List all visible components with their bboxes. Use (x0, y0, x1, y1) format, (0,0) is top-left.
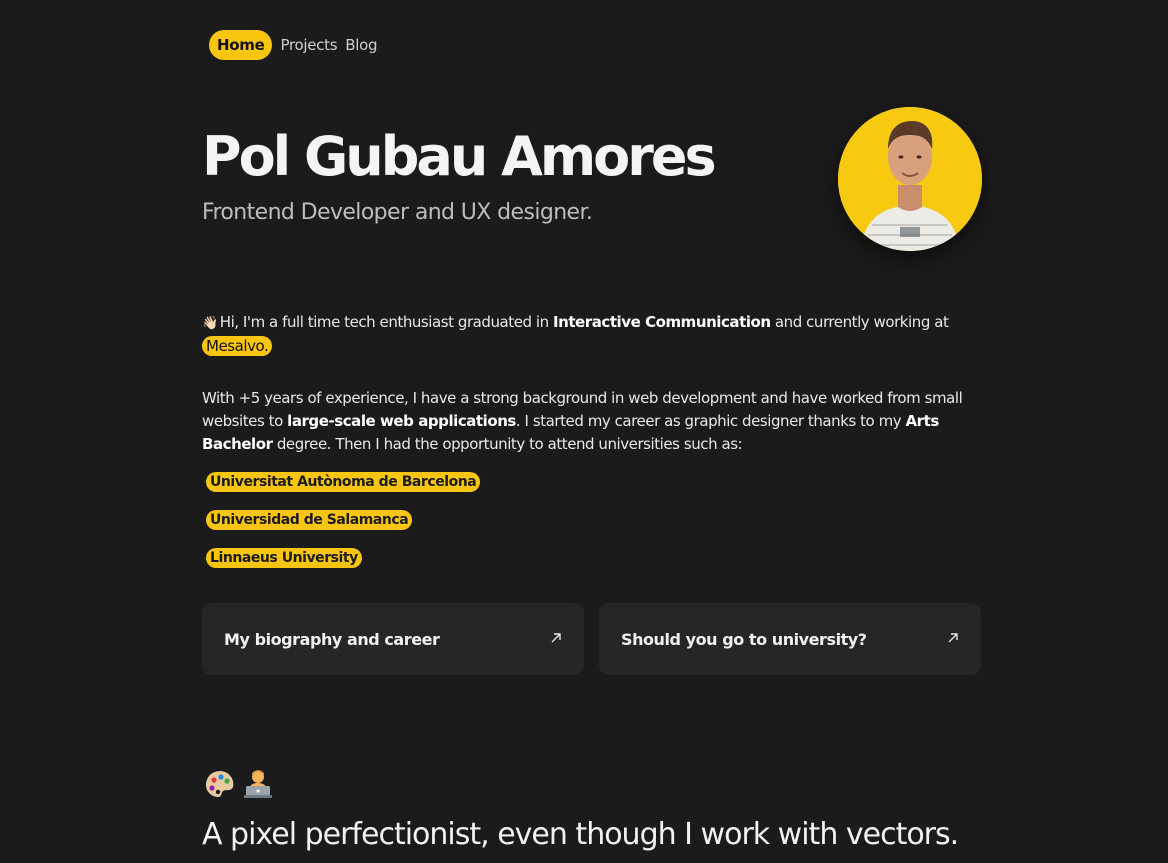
emoji-row (205, 768, 273, 800)
avatar-portrait-image (838, 107, 982, 251)
nav-blog-link[interactable]: Blog (345, 30, 377, 60)
university-link-uab[interactable]: Universitat Autònoma de Barcelona (206, 472, 481, 492)
degree-name: Interactive Communication (552, 313, 771, 331)
experience-text-3: degree. Then I had the opportunity to at… (272, 435, 743, 453)
nav-projects-link[interactable]: Projects (280, 30, 337, 60)
university-list: Universitat Autònoma de Barcelona Univer… (206, 471, 481, 585)
experience-highlight: large-scale web applications (287, 412, 516, 430)
waving-hand-icon: 👋🏻 (202, 316, 218, 331)
biography-card[interactable]: My biography and career (202, 603, 584, 675)
palette-icon (205, 768, 235, 800)
experience-paragraph: With +5 years of experience, I have a st… (202, 387, 992, 456)
arrow-up-right-icon (550, 630, 562, 648)
section-tagline: A pixel perfectionist, even though I wor… (202, 817, 959, 852)
university-link-salamanca[interactable]: Universidad de Salamanca (206, 510, 413, 530)
university-article-card-label: Should you go to university? (621, 629, 867, 649)
experience-text-2: . I started my career as graphic designe… (515, 412, 906, 430)
page-subtitle: Frontend Developer and UX designer. (202, 200, 593, 225)
company-link[interactable]: Mesalvo. (202, 336, 273, 356)
page-title: Pol Gubau Amores (202, 125, 717, 188)
arrow-up-right-icon (947, 630, 959, 648)
intro-paragraph: 👋🏻 Hi, I'm a full time tech enthusiast gr… (202, 311, 992, 358)
university-article-card[interactable]: Should you go to university? (599, 603, 981, 675)
technologist-icon (243, 768, 273, 800)
intro-text-2: and currently working at (770, 313, 949, 331)
top-nav: Home Projects Blog (209, 30, 377, 60)
university-link-linnaeus[interactable]: Linnaeus University (206, 548, 362, 568)
page: Home Projects Blog Pol Gubau Amores Fron… (0, 0, 1168, 863)
avatar (838, 107, 982, 251)
intro-text-1: Hi, I'm a full time tech enthusiast grad… (219, 313, 553, 331)
biography-card-label: My biography and career (224, 629, 440, 649)
nav-home-link[interactable]: Home (209, 30, 273, 60)
